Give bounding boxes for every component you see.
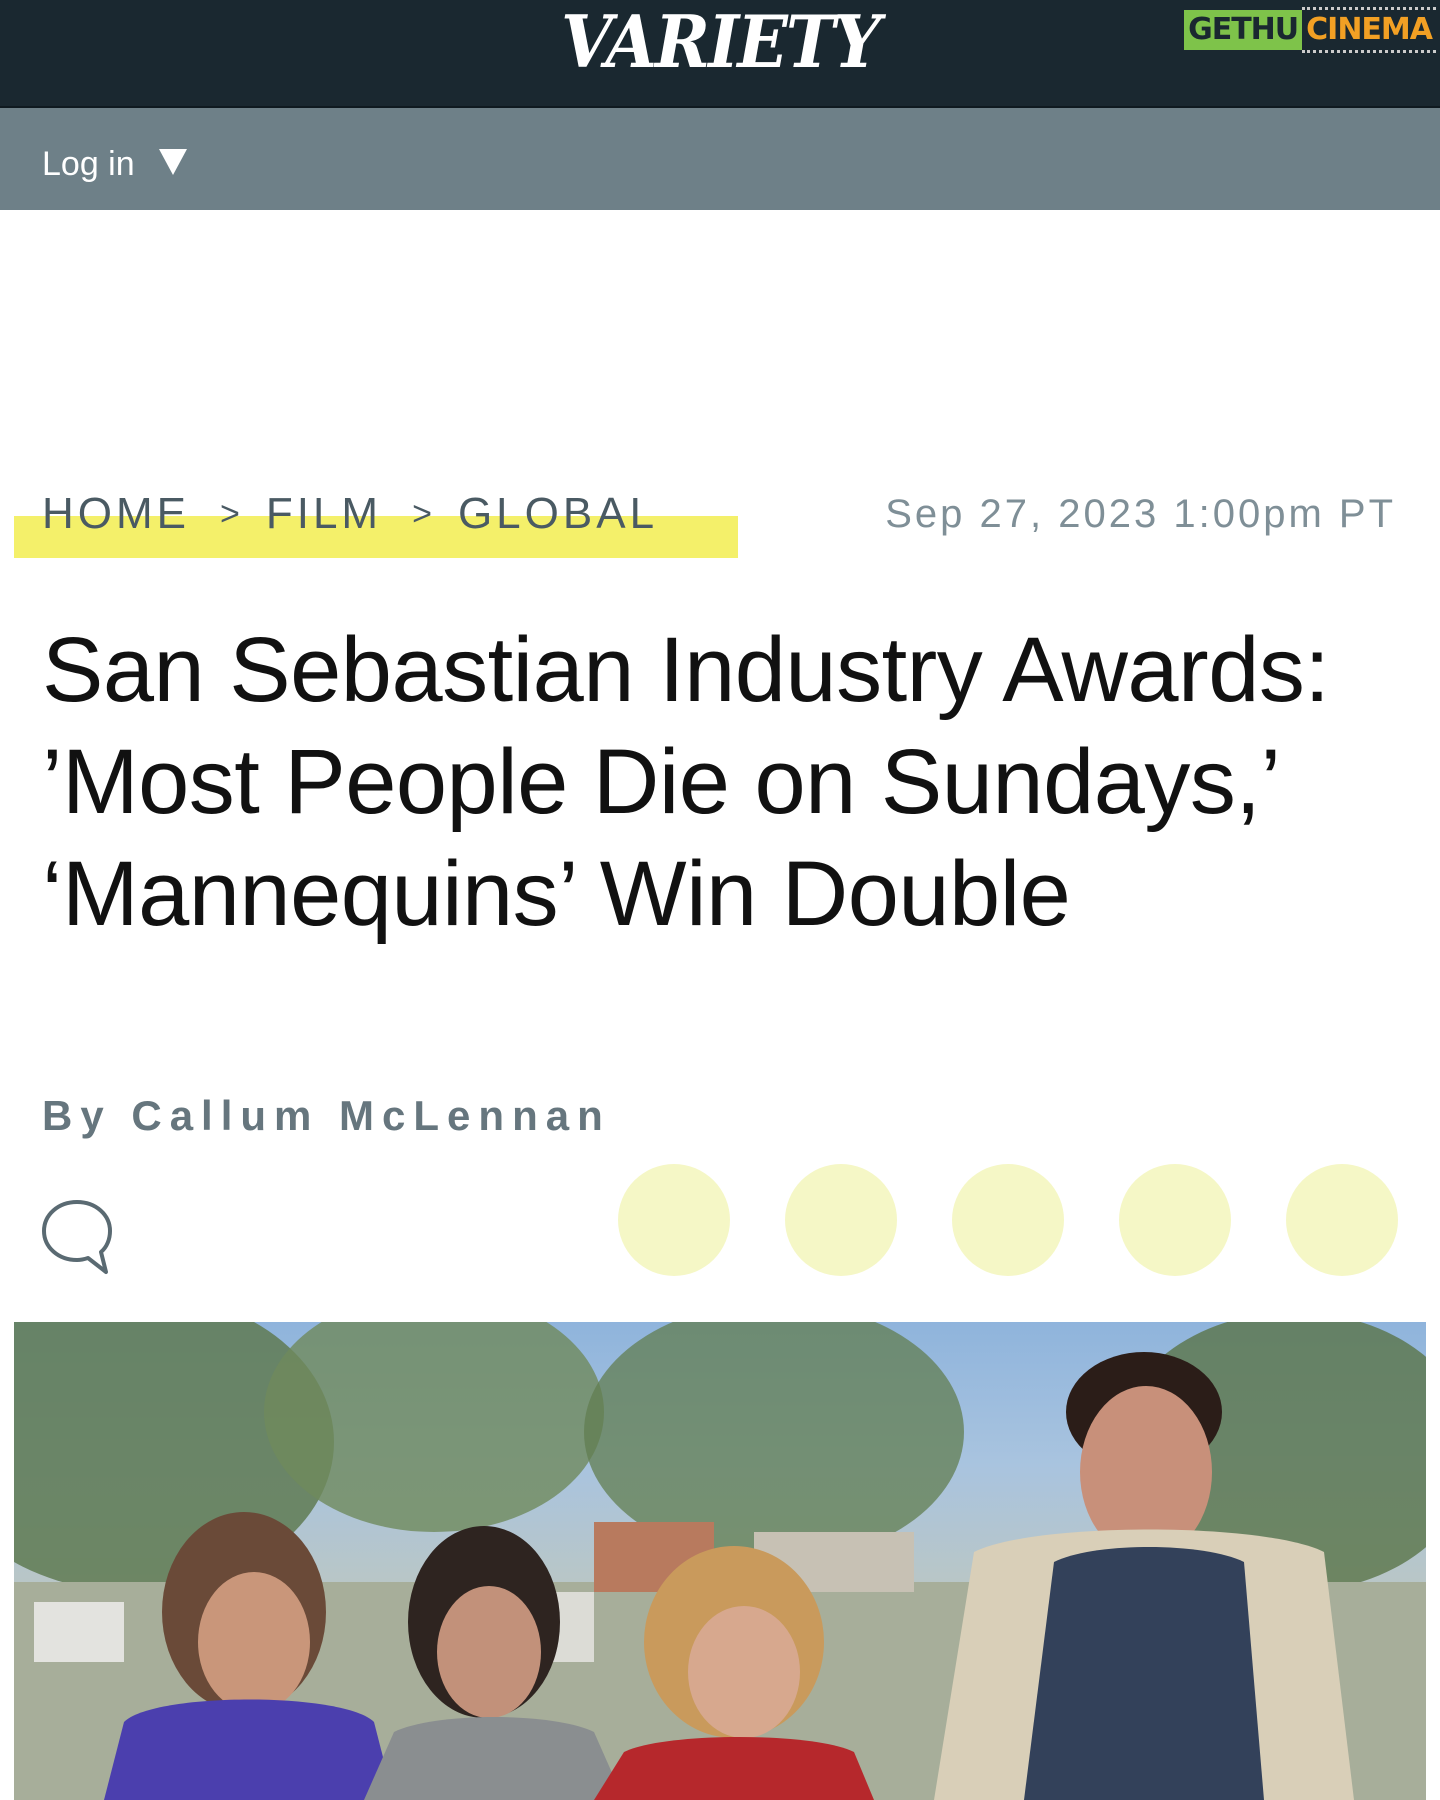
gethu-cinema-watermark: GETHU CINEMA: [1184, 7, 1436, 53]
share-buttons: [618, 1164, 1398, 1276]
watermark-part-2: CINEMA: [1302, 7, 1436, 53]
top-header: VARIETY GETHU CINEMA: [0, 0, 1440, 108]
caret-down-icon[interactable]: [158, 149, 187, 175]
article-headline: San Sebastian Industry Awards: ’Most Peo…: [42, 619, 1330, 945]
breadcrumb-film[interactable]: FILM: [266, 488, 382, 540]
share-button-2[interactable]: [785, 1164, 897, 1276]
publish-date: Sep 27, 2023 1:00pm PT: [885, 492, 1396, 536]
share-button-5[interactable]: [1286, 1164, 1398, 1276]
breadcrumb-separator: >: [220, 495, 240, 533]
breadcrumb-home[interactable]: HOME: [42, 488, 190, 540]
share-button-1[interactable]: [618, 1164, 730, 1276]
breadcrumb-separator: >: [412, 495, 432, 533]
login-menu[interactable]: Log in: [42, 144, 187, 184]
author-byline[interactable]: By Callum McLennan: [42, 1088, 611, 1144]
breadcrumb-global[interactable]: GLOBAL: [458, 488, 658, 540]
account-bar: Log in: [0, 108, 1440, 210]
login-label[interactable]: Log in: [42, 144, 135, 184]
watermark-part-1: GETHU: [1184, 10, 1303, 50]
article-hero-image[interactable]: [14, 1322, 1426, 1800]
comment-bubble-icon[interactable]: [40, 1198, 114, 1276]
breadcrumb: HOME > FILM > GLOBAL: [42, 488, 658, 540]
share-button-4[interactable]: [1119, 1164, 1231, 1276]
share-button-3[interactable]: [952, 1164, 1064, 1276]
